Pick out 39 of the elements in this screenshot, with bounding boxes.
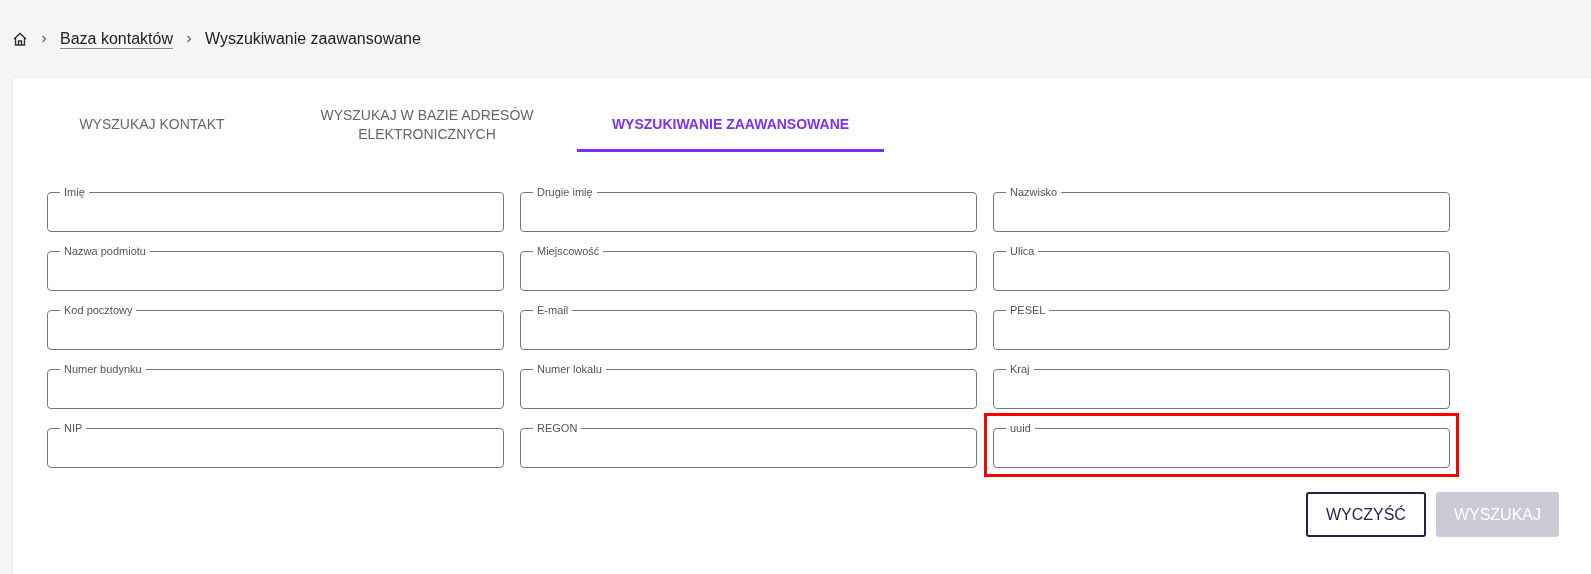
input-field[interactable]: NIP [47, 422, 504, 468]
field-label: PESEL [1009, 304, 1047, 316]
field-label: Nazwa podmiotu [63, 245, 147, 257]
field-label: Drugie imię [536, 186, 594, 198]
field-label: Numer lokalu [536, 363, 603, 375]
field-label: E-mail [536, 304, 570, 316]
input-field[interactable]: Kod pocztowy [47, 304, 504, 350]
tab[interactable]: WYSZUKAJ KONTAKT [27, 100, 277, 152]
input-field[interactable]: Nazwisko [993, 186, 1450, 232]
input-field[interactable]: Ulica [993, 245, 1450, 291]
field-label: Kod pocztowy [63, 304, 134, 316]
input-field[interactable]: Miejscowość [520, 245, 977, 291]
input-field[interactable]: Kraj [993, 363, 1450, 409]
input-field[interactable]: REGON [520, 422, 977, 468]
field-label: Imię [63, 186, 86, 198]
input-field[interactable]: PESEL [993, 304, 1450, 350]
input-field[interactable]: uuid [993, 422, 1450, 468]
input-field[interactable]: Numer lokalu [520, 363, 977, 409]
field-label: Ulica [1009, 245, 1036, 257]
tab[interactable]: WYSZUKIWANIE ZAAWANSOWANE [577, 100, 884, 152]
field-label: Nazwisko [1009, 186, 1059, 198]
field-label: REGON [536, 422, 579, 434]
input-field[interactable]: Numer budynku [47, 363, 504, 409]
breadcrumb-link[interactable]: Baza kontaktów [60, 30, 173, 48]
tab[interactable]: WYSZUKAJ W BAZIE ADRESÓW ELEKTRONICZNYCH [277, 100, 577, 152]
chevron-icon [184, 35, 193, 43]
field-label: uuid [1009, 422, 1032, 434]
breadcrumb-current: Wyszukiwanie zaawansowane [204, 30, 421, 48]
clear-button[interactable]: WYCZYŚĆ [1305, 492, 1426, 537]
chevron-icon [40, 35, 48, 43]
field-label: NIP [63, 422, 84, 434]
input-field[interactable]: E-mail [520, 304, 977, 350]
field-label: Numer budynku [63, 363, 143, 375]
field-label: Kraj [1009, 363, 1031, 375]
input-field[interactable]: Nazwa podmiotu [47, 245, 504, 291]
field-label: Miejscowość [536, 245, 601, 257]
input-field[interactable]: Drugie imię [520, 186, 977, 232]
home-icon[interactable] [12, 31, 28, 47]
input-field[interactable]: Imię [47, 186, 504, 232]
